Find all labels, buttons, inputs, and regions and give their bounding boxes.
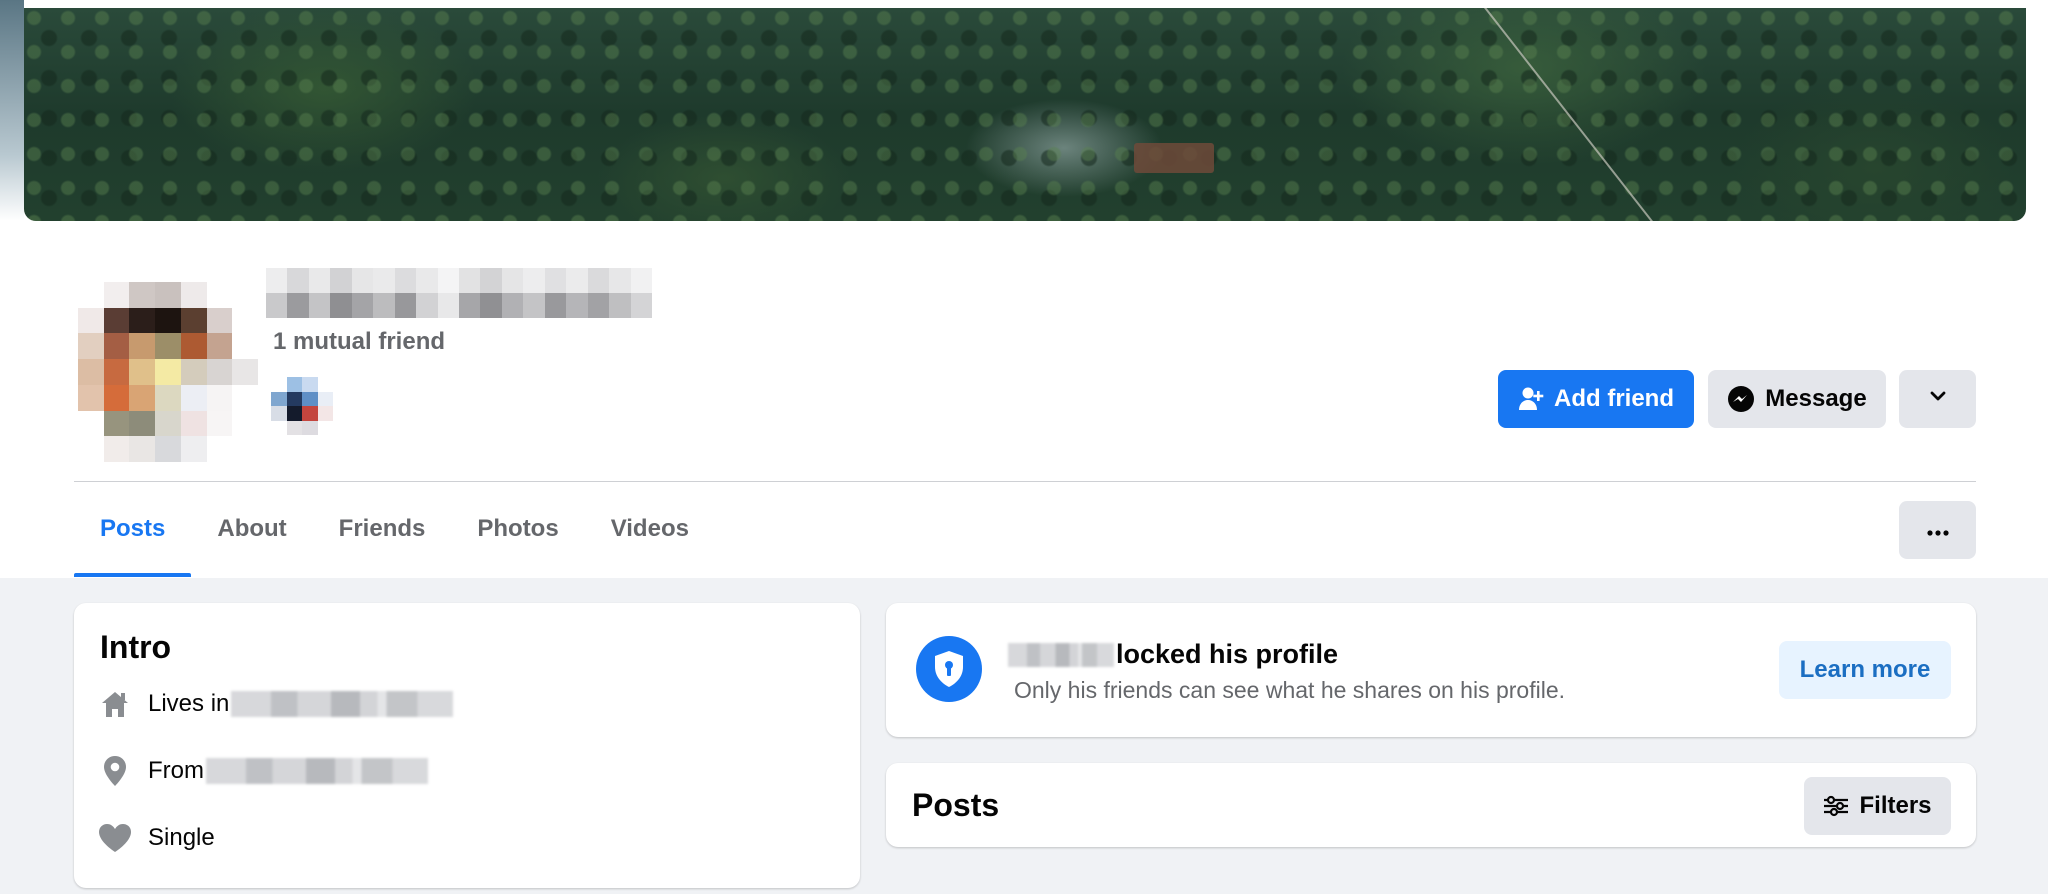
add-friend-label: Add friend: [1554, 385, 1674, 412]
locked-title: locked his profile: [1008, 639, 1338, 670]
locked-profile-card: locked his profile Only his friends can …: [886, 603, 1976, 737]
posts-title: Posts: [912, 787, 1000, 823]
add-person-icon: [1518, 386, 1544, 412]
location-pin-icon: [98, 754, 132, 788]
filters-button[interactable]: Filters: [1804, 777, 1951, 835]
cover-photo[interactable]: [24, 8, 2026, 221]
mutual-friends-count[interactable]: 1 mutual friend: [273, 328, 445, 356]
heart-icon: [98, 821, 132, 855]
from-value-redacted: [206, 758, 428, 784]
posts-card: Posts Filters: [886, 763, 1976, 847]
filters-icon: [1823, 795, 1849, 817]
filters-label: Filters: [1859, 792, 1932, 819]
locked-subtitle: Only his friends can see what he shares …: [1014, 677, 1566, 703]
profile-options-button[interactable]: [1899, 370, 1976, 428]
cover-edge: [0, 0, 24, 221]
intro-card: Intro Lives in From Single: [74, 603, 860, 888]
locked-title-text: locked his profile: [1116, 639, 1339, 669]
message-button[interactable]: Message: [1708, 370, 1886, 428]
more-dots-icon: [1926, 516, 1950, 544]
intro-relationship: Single: [98, 821, 215, 855]
tab-videos[interactable]: Videos: [585, 497, 715, 561]
shield-lock-icon: [916, 636, 982, 702]
home-icon: [98, 687, 132, 721]
tab-about[interactable]: About: [191, 497, 312, 561]
tab-friends[interactable]: Friends: [313, 497, 452, 561]
intro-title: Intro: [100, 629, 172, 665]
tab-posts[interactable]: Posts: [74, 497, 192, 577]
profile-avatar[interactable]: [78, 282, 258, 462]
profile-tabs: Posts About Friends Photos Videos: [74, 497, 715, 579]
chevron-down-icon: [1928, 385, 1948, 413]
locked-name-redacted: [1008, 642, 1114, 667]
header-divider: [74, 481, 1976, 482]
add-friend-button[interactable]: Add friend: [1498, 370, 1694, 428]
tab-photos[interactable]: Photos: [451, 497, 584, 561]
messenger-icon: [1727, 385, 1755, 413]
relationship-status: Single: [148, 824, 215, 851]
lives-in-value-redacted: [231, 691, 454, 717]
message-label: Message: [1765, 385, 1867, 412]
from-label: From: [148, 757, 204, 784]
tabs-more-button[interactable]: [1899, 501, 1976, 559]
cover-photo-detail: [1484, 8, 1658, 221]
intro-from: From: [98, 754, 428, 788]
learn-more-button[interactable]: Learn more: [1779, 641, 1951, 699]
profile-name-redacted: [266, 268, 652, 318]
lives-in-label: Lives in: [148, 690, 230, 717]
mutual-friend-avatar[interactable]: [271, 377, 333, 435]
intro-lives-in: Lives in: [98, 687, 454, 721]
